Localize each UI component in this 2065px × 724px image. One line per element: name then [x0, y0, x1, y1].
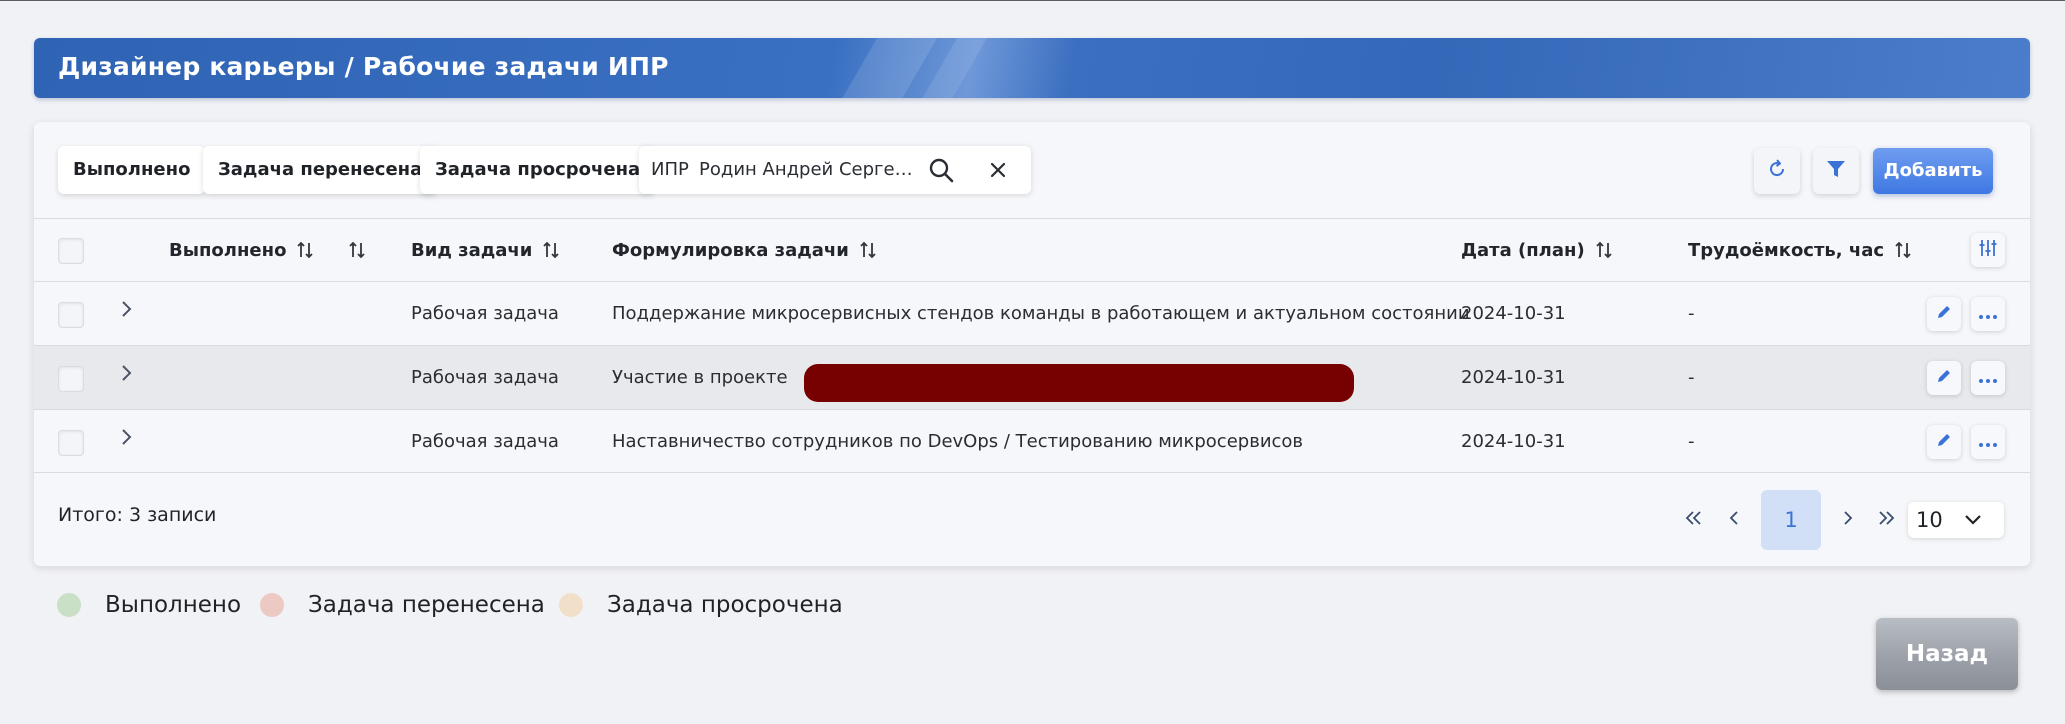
table-header-row: Выполнено Вид задачи Формулировка задачи… [34, 218, 2030, 281]
cell-wording: Поддержание микросервисных стендов коман… [612, 303, 1470, 324]
row-checkbox[interactable] [58, 302, 84, 328]
chevron-right-icon[interactable] [118, 298, 136, 320]
filter-value[interactable]: Родин Андрей Сергеевич [699, 159, 919, 180]
pencil-icon [1935, 431, 1953, 453]
cell-date: 2024-10-31 [1461, 303, 1566, 324]
sort-icon[interactable] [296, 240, 314, 260]
page-title: Дизайнер карьеры / Рабочие задачи ИПР [58, 52, 669, 81]
edit-button[interactable] [1927, 425, 1961, 459]
legend-dot [559, 593, 583, 617]
chevron-right-icon[interactable] [118, 426, 136, 448]
double-chevron-right-icon [1876, 508, 1896, 532]
table-row[interactable]: Рабочая задача Поддержание микросервисны… [34, 281, 2030, 345]
more-icon [1978, 433, 1998, 452]
tasks-card: Выполнено Задача перенесена Задача проср… [34, 122, 2030, 566]
chevron-right-icon [1841, 508, 1855, 532]
first-page-button[interactable] [1678, 490, 1710, 550]
next-page-button[interactable] [1832, 490, 1864, 550]
edit-button[interactable] [1927, 361, 1961, 395]
legend-dot [260, 593, 284, 617]
records-total: Итого: 3 записи [58, 504, 217, 526]
header-done[interactable]: Выполнено [169, 219, 314, 281]
pencil-icon [1935, 367, 1953, 389]
sort-icon[interactable] [859, 240, 877, 260]
redaction-block [804, 364, 1354, 402]
prev-page-button[interactable] [1718, 490, 1750, 550]
sort-icon[interactable] [1595, 240, 1613, 260]
page-number-current[interactable]: 1 [1761, 490, 1821, 550]
chevron-right-icon[interactable] [118, 362, 136, 384]
legend-item-done: Выполнено [57, 590, 241, 620]
chevron-left-icon [1727, 508, 1741, 532]
funnel-icon [1825, 158, 1847, 184]
refresh-button[interactable] [1754, 148, 1800, 194]
more-icon [1978, 369, 1998, 388]
column-settings-button[interactable] [1971, 233, 2005, 267]
search-icon[interactable] [927, 156, 955, 184]
sliders-icon [1978, 238, 1998, 262]
cell-wording: Участие в проекте [612, 367, 788, 388]
sort-icon[interactable] [348, 240, 366, 260]
pencil-icon [1935, 303, 1953, 325]
cell-type: Рабочая задача [411, 303, 559, 324]
more-button[interactable] [1971, 297, 2005, 331]
close-icon[interactable] [984, 156, 1012, 184]
legend-dot [57, 593, 81, 617]
filter-button[interactable] [1813, 148, 1859, 194]
page-header: Дизайнер карьеры / Рабочие задачи ИПР [34, 38, 2030, 98]
chevron-down-icon [1962, 510, 1984, 530]
cell-effort: - [1688, 430, 1695, 452]
header-date[interactable]: Дата (план) [1461, 219, 1613, 281]
page-size-value: 10 [1916, 508, 1943, 532]
cell-effort: - [1688, 367, 1695, 388]
back-button[interactable]: Назад [1876, 618, 2018, 690]
cell-date: 2024-10-31 [1461, 430, 1566, 452]
filter-chip-overdue[interactable]: Задача просрочена [420, 146, 656, 194]
row-checkbox[interactable] [58, 366, 84, 392]
header-wording[interactable]: Формулировка задачи [612, 219, 877, 281]
page-size-select[interactable]: 10 [1908, 502, 2004, 538]
cell-type: Рабочая задача [411, 430, 559, 452]
ipr-filter-field[interactable]: ИПР Родин Андрей Сергеевич [639, 146, 1031, 194]
cell-effort: - [1688, 303, 1695, 324]
filter-chip-done[interactable]: Выполнено [58, 146, 206, 194]
more-button[interactable] [1971, 361, 2005, 395]
more-button[interactable] [1971, 425, 2005, 459]
header-type[interactable]: Вид задачи [411, 219, 560, 281]
more-icon [1978, 305, 1998, 324]
sort-icon[interactable] [542, 240, 560, 260]
filter-chip-postponed[interactable]: Задача перенесена [203, 146, 438, 194]
row-checkbox[interactable] [58, 430, 84, 456]
legend-item-overdue: Задача просрочена [559, 590, 843, 620]
last-page-button[interactable] [1870, 490, 1902, 550]
edit-button[interactable] [1927, 297, 1961, 331]
table-row[interactable]: Рабочая задача Участие в проекте 2024-10… [34, 345, 2030, 409]
cell-date: 2024-10-31 [1461, 367, 1566, 388]
cell-type: Рабочая задача [411, 367, 559, 388]
add-button[interactable]: Добавить [1873, 148, 1993, 194]
sort-icon[interactable] [1894, 240, 1912, 260]
legend-item-postponed: Задача перенесена [260, 590, 545, 620]
filter-tag-label: ИПР [651, 159, 689, 180]
double-chevron-left-icon [1684, 508, 1704, 532]
header-effort[interactable]: Трудоёмкость, час [1688, 219, 1912, 281]
select-all-checkbox[interactable] [58, 238, 84, 264]
cell-wording: Наставничество сотрудников по DevOps / Т… [612, 430, 1304, 452]
refresh-icon [1766, 158, 1788, 184]
table-row[interactable]: Рабочая задача Наставничество сотруднико… [34, 409, 2030, 473]
header-extra-sort[interactable] [338, 219, 366, 281]
